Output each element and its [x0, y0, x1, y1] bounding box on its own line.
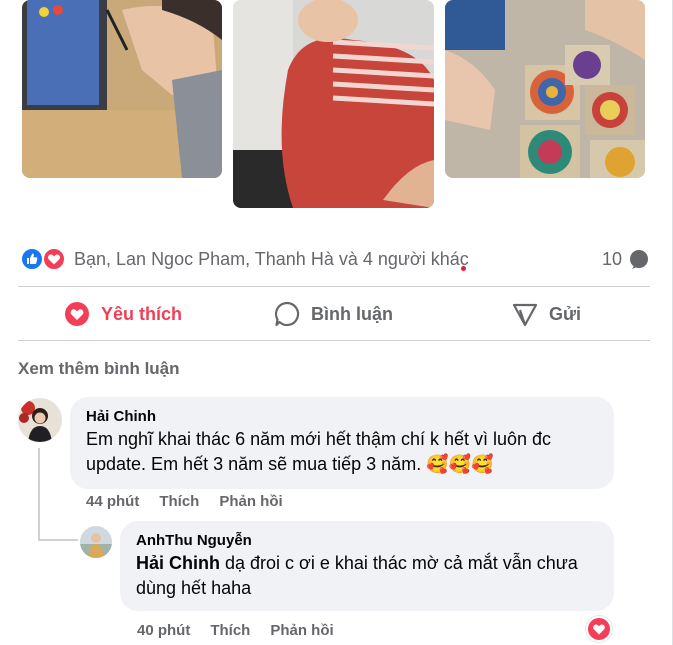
reply-love-reaction-icon[interactable] [586, 616, 612, 642]
comment-count[interactable]: 10 [602, 249, 622, 270]
reactions-summary[interactable]: Bạn, Lan Ngoc Pham, Thanh Hà và 4 người … [18, 245, 650, 275]
photo-child-tablet[interactable] [22, 0, 222, 178]
comment-time[interactable]: 44 phút [86, 493, 139, 510]
send-button[interactable]: Gửi [511, 296, 581, 332]
comment-like-button[interactable]: Thích [159, 493, 199, 510]
thread-connector-branch [38, 539, 78, 541]
thread-connector [38, 448, 40, 540]
comment-bubble-icon [628, 248, 650, 270]
love-reaction-label: Yêu thích [101, 303, 183, 324]
reply-meta: 40 phút Thích Phản hồi [137, 622, 334, 639]
love-icon [42, 247, 66, 271]
comment-bubble: Hải Chinh Em nghĩ khai thác 6 năm mới hế… [70, 397, 614, 489]
send-icon [511, 300, 539, 328]
reply-bubble: AnhThu Nguyễn Hải Chinh dạ đroi c ơi e k… [120, 521, 614, 611]
comment-emoji: 🥰🥰🥰 [426, 454, 494, 475]
reply-text: Hải Chinh dạ đroi c ơi e khai thác mờ cả… [136, 551, 598, 601]
see-more-comments-link[interactable]: Xem thêm bình luận [18, 359, 180, 379]
like-icon [20, 247, 44, 271]
comment-label: Bình luận [311, 303, 393, 324]
reaction-names[interactable]: Bạn, Lan Ngoc Pham, Thanh Hà và 4 người … [74, 249, 469, 270]
divider-top [18, 286, 650, 287]
comment-button[interactable]: Bình luận [273, 296, 393, 332]
photo-child-paintings[interactable] [445, 0, 645, 178]
photo-child-red-shirt[interactable] [233, 0, 434, 208]
divider-bottom [18, 340, 650, 341]
reply-author[interactable]: AnhThu Nguyễn [136, 531, 598, 551]
love-reaction-icon [63, 300, 91, 328]
comment-text: Em nghĩ khai thác 6 năm mới hết thậm chí… [86, 427, 598, 477]
comment-reply-button[interactable]: Phản hồi [219, 493, 282, 510]
reply-time[interactable]: 40 phút [137, 622, 190, 639]
love-reaction-button[interactable]: Yêu thích [63, 296, 182, 332]
reply-like-button[interactable]: Thích [210, 622, 250, 639]
reaction-icons [20, 247, 68, 273]
reply-mention[interactable]: Hải Chinh [136, 553, 220, 573]
comment-author[interactable]: Hải Chinh [86, 407, 598, 427]
avatar-anhthu-nguyen[interactable] [80, 526, 112, 558]
comment-icon [273, 300, 301, 328]
notification-dot [461, 266, 466, 271]
avatar-hai-chinh[interactable] [18, 398, 62, 442]
reply-reply-button[interactable]: Phản hồi [270, 622, 333, 639]
send-label: Gửi [549, 303, 582, 324]
comment-meta: 44 phút Thích Phản hồi [86, 493, 283, 510]
